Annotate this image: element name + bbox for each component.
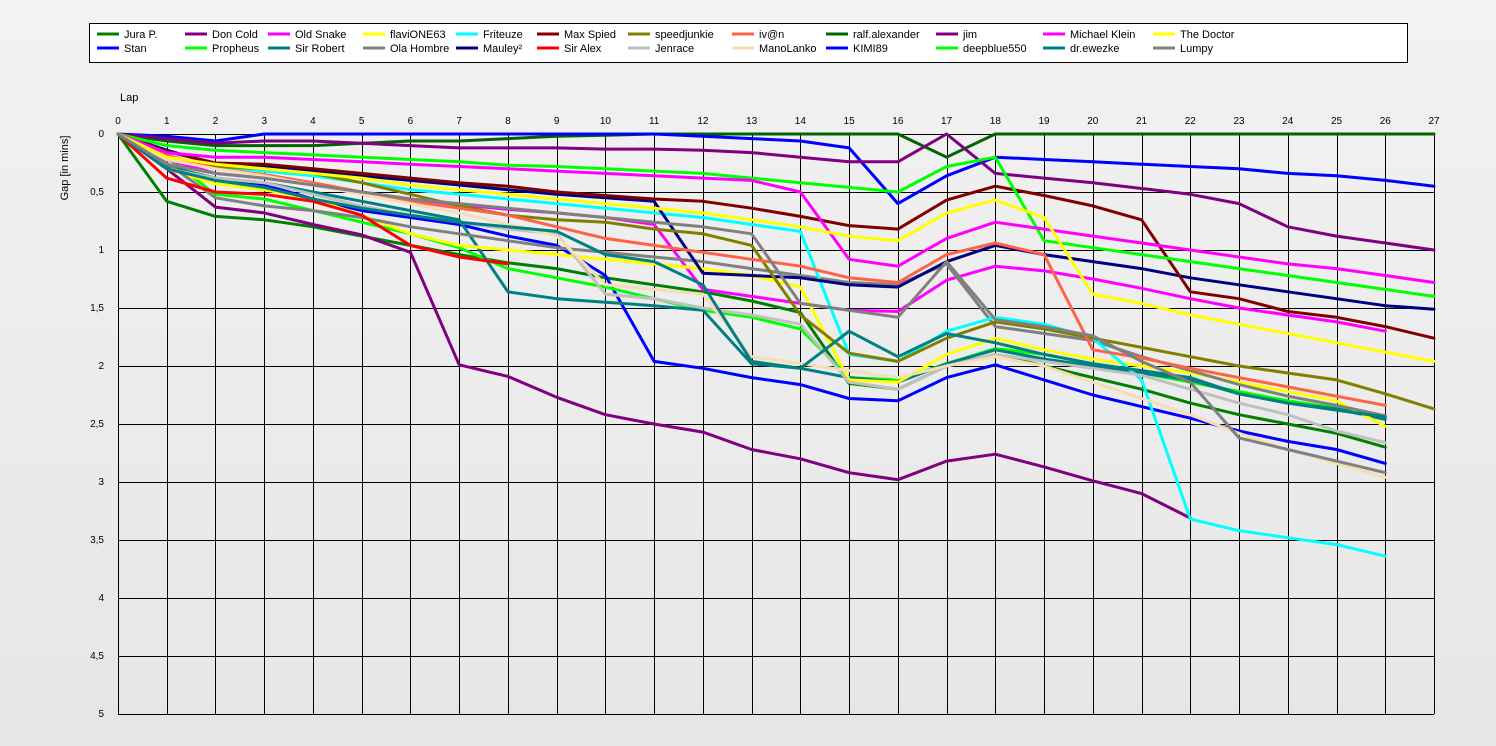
x-tick-label: 21 — [1136, 116, 1148, 127]
x-tick-label: 16 — [892, 116, 904, 127]
x-tick-label: 5 — [359, 116, 365, 127]
x-tick-label: 11 — [649, 116, 660, 127]
legend-label: iv@n — [759, 29, 784, 41]
legend-label: Ola Hombre — [390, 43, 449, 55]
grid — [118, 134, 1435, 715]
x-tick-label: 7 — [456, 116, 462, 127]
x-tick-label: 17 — [941, 116, 953, 127]
y-tick-label: 1,5 — [90, 303, 104, 314]
x-tick-label: 24 — [1282, 116, 1294, 127]
y-tick-label: 2 — [98, 361, 104, 372]
x-tick-label: 6 — [408, 116, 414, 127]
y-tick-label: 1 — [98, 245, 104, 256]
legend-label: Jura P. — [124, 29, 157, 41]
legend-label: Michael Klein — [1070, 29, 1135, 41]
legend-label: Sir Alex — [564, 43, 602, 55]
legend-label: ralf.alexander — [853, 29, 920, 41]
legend: Jura P. Stan Don Cold Propheus Old Snake Sir … — [89, 23, 1408, 63]
legend-label: Mauley² — [483, 43, 522, 55]
x-tick-label: 25 — [1331, 116, 1343, 127]
y-tick-label: 3 — [98, 477, 104, 488]
x-tick-label: 22 — [1185, 116, 1197, 127]
legend-label: Sir Robert — [295, 43, 345, 55]
x-tick-label: 12 — [697, 116, 709, 127]
x-tick-label: 9 — [554, 116, 560, 127]
series-line — [116, 132, 1387, 475]
x-tick-label: 19 — [1039, 116, 1051, 127]
legend-label: Lumpy — [1180, 43, 1214, 55]
x-tick-label: 23 — [1233, 116, 1245, 127]
y-axis-title: Gap [in mins] — [59, 136, 71, 201]
legend-label: Jenrace — [655, 43, 694, 55]
legend-label: Stan — [124, 43, 147, 55]
y-tick-label: 5 — [98, 709, 104, 720]
legend-label: Max Spied — [564, 29, 616, 41]
x-tick-label: 14 — [795, 116, 807, 127]
legend-label: dr.ewezke — [1070, 43, 1120, 55]
y-tick-label: 4,5 — [90, 651, 104, 662]
y-tick-label: 2,5 — [90, 419, 104, 430]
x-tick-label: 18 — [990, 116, 1002, 127]
legend-label: Propheus — [212, 43, 260, 55]
plot-area — [116, 132, 1436, 558]
x-tick-label: 2 — [213, 116, 219, 127]
x-tick-label: 0 — [115, 116, 121, 127]
legend-label: flaviONE63 — [390, 29, 446, 41]
legend-label: jim — [962, 29, 977, 41]
x-axis-title: Lap — [120, 92, 138, 104]
x-tick-label: 3 — [261, 116, 267, 127]
y-tick-label: 4 — [98, 593, 104, 604]
legend-label: Friteuze — [483, 29, 523, 41]
x-tick-label: 4 — [310, 116, 316, 127]
y-tick-label: 0,5 — [90, 187, 104, 198]
legend-label: KIMI89 — [853, 43, 888, 55]
x-tick-label: 13 — [746, 116, 758, 127]
x-tick-label: 20 — [1087, 116, 1099, 127]
legend-label: The Doctor — [1180, 29, 1235, 41]
x-tick-label: 10 — [600, 116, 612, 127]
legend-label: speedjunkie — [655, 29, 714, 41]
x-tick-label: 1 — [164, 116, 170, 127]
gap-chart: Jura P. Stan Don Cold Propheus Old Snake Sir … — [59, 23, 1440, 720]
legend-label: Don Cold — [212, 29, 258, 41]
legend-label: ManoLanko — [759, 43, 817, 55]
x-tick-label: 26 — [1380, 116, 1392, 127]
x-tick-label: 27 — [1428, 116, 1440, 127]
y-tick-label: 0 — [98, 129, 104, 140]
legend-label: Old Snake — [295, 29, 346, 41]
y-axis-ticks: 0 0,5 1 1,5 2 2,5 3 3,5 4 4,5 5 — [90, 129, 104, 720]
y-tick-label: 3,5 — [90, 535, 104, 546]
legend-label: deepblue550 — [963, 43, 1027, 55]
x-axis-ticks: 0 1 2 3 4 5 6 7 8 9 10 11 12 13 14 15 16 17 18 19 20 21 22 23 24… — [115, 116, 1440, 127]
x-tick-label: 15 — [844, 116, 856, 127]
x-tick-label: 8 — [505, 116, 511, 127]
